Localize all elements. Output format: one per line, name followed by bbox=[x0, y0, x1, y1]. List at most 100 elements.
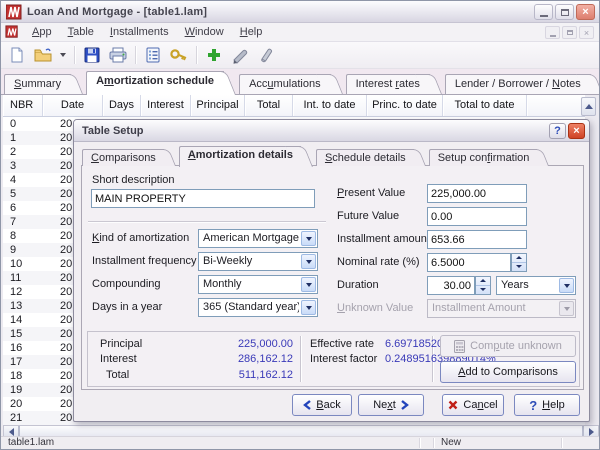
row-nbr: 13 bbox=[3, 299, 43, 313]
dialog-close-button[interactable]: × bbox=[568, 123, 585, 139]
tab-label: Amortization details bbox=[188, 149, 293, 161]
column-header-total[interactable]: Total bbox=[245, 95, 293, 116]
nominal-rate-input[interactable] bbox=[427, 253, 511, 272]
new-file-button[interactable] bbox=[5, 44, 29, 66]
spin-down-icon[interactable] bbox=[476, 286, 490, 295]
compute-unknown-button: Compute unknown bbox=[440, 335, 576, 357]
column-header-princ-to-date[interactable]: Princ. to date bbox=[367, 95, 443, 116]
column-header-interest[interactable]: Interest bbox=[141, 95, 191, 116]
help-button[interactable]: ? Help bbox=[514, 394, 580, 416]
close-button[interactable]: × bbox=[576, 4, 595, 20]
principal-label: Principal bbox=[100, 337, 142, 352]
minimize-button[interactable] bbox=[534, 4, 553, 20]
summary-separator bbox=[300, 336, 301, 382]
tab-interest-rates[interactable]: Interest rates bbox=[346, 74, 442, 94]
tab-summary[interactable]: Summary bbox=[4, 74, 83, 94]
save-button[interactable] bbox=[80, 44, 104, 66]
add-to-comparisons-button[interactable]: Add to Comparisons bbox=[440, 361, 576, 383]
cancel-button[interactable]: Cancel bbox=[442, 394, 504, 416]
menu-window[interactable]: Window bbox=[177, 24, 232, 40]
row-nbr: 1 bbox=[3, 131, 43, 145]
menu-bar: App Table Installments Window Help × bbox=[1, 23, 599, 42]
button-label: Help bbox=[542, 399, 565, 411]
select-value: Monthly bbox=[203, 276, 299, 293]
dialog-tab-setup-confirmation[interactable]: Setup confirmation bbox=[429, 149, 550, 166]
column-header-nbr[interactable]: NBR bbox=[3, 95, 43, 116]
next-button[interactable]: Next bbox=[358, 394, 424, 416]
dialog-tab-amortization-details[interactable]: Amortization details bbox=[179, 146, 313, 166]
duration-unit-select[interactable]: Years bbox=[496, 276, 576, 295]
arrow-right-icon bbox=[589, 428, 594, 436]
row-nbr: 18 bbox=[3, 369, 43, 383]
mdi-restore-button[interactable] bbox=[562, 26, 577, 39]
maximize-button[interactable] bbox=[555, 4, 574, 20]
pen-icon bbox=[230, 46, 250, 64]
principal-value: 225,000.00 bbox=[168, 337, 293, 352]
menu-help[interactable]: Help bbox=[232, 24, 271, 40]
column-header-principal[interactable]: Principal bbox=[191, 95, 245, 116]
compounding-select[interactable]: Monthly bbox=[198, 275, 318, 294]
spin-down-icon[interactable] bbox=[512, 263, 526, 272]
tab-amortization-schedule[interactable]: Amortization schedule bbox=[86, 71, 236, 94]
dialog-help-button[interactable]: ? bbox=[549, 123, 566, 139]
days-in-a-year-select[interactable]: 365 (Standard year) bbox=[198, 298, 318, 317]
close-icon: × bbox=[573, 125, 579, 137]
tab-label: Interest rates bbox=[356, 78, 420, 90]
open-folder-icon bbox=[33, 46, 53, 64]
short-description-input[interactable] bbox=[91, 189, 315, 208]
maximize-icon bbox=[561, 9, 569, 16]
print-button[interactable] bbox=[106, 44, 130, 66]
toolbar-separator bbox=[196, 46, 197, 64]
button-label: Add to Comparisons bbox=[458, 366, 558, 378]
key-icon bbox=[169, 46, 189, 64]
menu-installments[interactable]: Installments bbox=[102, 24, 177, 40]
table-setup-button[interactable] bbox=[141, 44, 165, 66]
tab-label: Schedule details bbox=[325, 152, 406, 164]
short-description-label: Short description bbox=[92, 171, 175, 190]
dialog-tab-page: Short description Kind of amortization A… bbox=[81, 165, 584, 390]
unknown-value-label: Unknown Value bbox=[337, 299, 413, 318]
future-value-input[interactable] bbox=[427, 207, 527, 226]
scrollbar-up-button[interactable] bbox=[581, 97, 596, 116]
installment-frequency-select[interactable]: Bi-Weekly bbox=[198, 252, 318, 271]
spin-up-icon[interactable] bbox=[476, 277, 490, 286]
column-header-date[interactable]: Date bbox=[43, 95, 103, 116]
column-header-int-to-date[interactable]: Int. to date bbox=[293, 95, 367, 116]
column-header-total-to-date[interactable]: Total to date bbox=[443, 95, 527, 116]
mdi-restore-icon bbox=[567, 30, 573, 35]
tab-label: Summary bbox=[14, 78, 61, 90]
select-value: 365 (Standard year) bbox=[203, 299, 299, 316]
main-tab-strip: Summary Amortization schedule Accumulati… bbox=[1, 69, 599, 95]
open-dropdown-button[interactable] bbox=[57, 44, 69, 66]
button-label: Back bbox=[316, 399, 340, 411]
installment-amount-input[interactable] bbox=[427, 230, 527, 249]
window-title: Loan And Mortgage - [table1.lam] bbox=[27, 6, 207, 18]
mdi-minimize-button[interactable] bbox=[545, 26, 560, 39]
kind-of-amortization-select[interactable]: American Mortgage bbox=[198, 229, 318, 248]
select-value: Installment Amount bbox=[432, 300, 557, 317]
mdi-close-button[interactable]: × bbox=[579, 26, 594, 39]
menu-table[interactable]: Table bbox=[60, 24, 102, 40]
add-installment-button[interactable] bbox=[202, 44, 226, 66]
interest-value: 286,162.12 bbox=[168, 352, 293, 367]
dialog-tab-schedule-details[interactable]: Schedule details bbox=[316, 149, 426, 166]
tab-accumulations[interactable]: Accumulations bbox=[239, 74, 343, 94]
erase-installment-button[interactable] bbox=[254, 44, 278, 66]
tab-lender-borrower-notes[interactable]: Lender / Borrower / Notes bbox=[445, 74, 600, 94]
present-value-label: Present Value bbox=[337, 184, 405, 203]
open-file-button[interactable] bbox=[31, 44, 55, 66]
duration-spinner[interactable] bbox=[475, 276, 491, 295]
key-button[interactable] bbox=[167, 44, 191, 66]
menu-app[interactable]: App bbox=[24, 24, 60, 40]
row-nbr: 0 bbox=[3, 117, 43, 131]
back-button[interactable]: Back bbox=[292, 394, 352, 416]
duration-input[interactable] bbox=[427, 276, 475, 295]
installment-frequency-label: Installment frequency bbox=[92, 252, 197, 271]
spin-up-icon[interactable] bbox=[512, 254, 526, 263]
present-value-input[interactable] bbox=[427, 184, 527, 203]
chevron-down-icon bbox=[559, 278, 574, 293]
column-header-days[interactable]: Days bbox=[103, 95, 141, 116]
nominal-rate-spinner[interactable] bbox=[511, 253, 527, 272]
dialog-tab-comparisons[interactable]: Comparisons bbox=[82, 149, 176, 166]
edit-installment-button[interactable] bbox=[228, 44, 252, 66]
